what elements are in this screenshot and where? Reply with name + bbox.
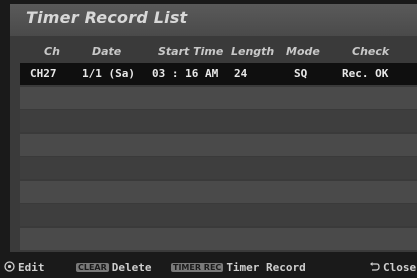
edit-label: Edit <box>18 261 45 274</box>
timer-record-screen: Timer Record List Ch Date Start Time Len… <box>0 0 417 278</box>
footer-help-bar: Edit CLEAR Delete TIMER REC Timer Record C… <box>0 258 417 278</box>
screen-title: Timer Record List <box>26 8 188 27</box>
timer-rec-key-icon: TIMER REC <box>171 263 224 272</box>
delete-hint[interactable]: CLEAR Delete <box>76 261 152 274</box>
record-check: Rec. OK <box>342 67 389 80</box>
column-header-mode: Mode <box>286 45 320 58</box>
close-hint[interactable]: Close <box>369 261 416 274</box>
record-start-time: 03 : 16 AM <box>152 67 219 80</box>
clear-key-icon: CLEAR <box>76 263 109 272</box>
timer-record-hint[interactable]: TIMER REC Timer Record <box>171 261 306 274</box>
record-date: 1/1 (Sa) <box>82 67 135 80</box>
column-header-start-time: Start Time <box>158 45 224 58</box>
column-header-check: Check <box>352 45 390 58</box>
empty-row[interactable] <box>20 181 417 203</box>
close-label: Close <box>383 261 417 274</box>
title-bar: Timer Record List <box>10 4 417 36</box>
record-length: 24 <box>234 67 248 80</box>
empty-row[interactable] <box>20 134 417 156</box>
empty-row[interactable] <box>20 228 417 250</box>
empty-row[interactable] <box>20 157 417 179</box>
enter-circle-icon <box>4 261 15 272</box>
record-mode: SQ <box>294 67 308 80</box>
timer-record-label: Timer Record <box>226 261 306 274</box>
edit-hint[interactable]: Edit <box>4 261 45 274</box>
column-header-date: Date <box>92 45 122 58</box>
column-header-length: Length <box>231 45 275 58</box>
table-row-selected[interactable]: CH27 1/1 (Sa) 03 : 16 AM 24 SQ Rec. OK <box>20 63 417 85</box>
empty-row[interactable] <box>20 87 417 109</box>
delete-label: Delete <box>111 261 152 274</box>
column-headers: Ch Date Start Time Length Mode Check <box>10 44 417 60</box>
column-header-ch: Ch <box>44 45 60 58</box>
return-icon <box>370 262 380 271</box>
empty-row[interactable] <box>20 110 417 132</box>
record-channel: CH27 <box>30 67 57 80</box>
empty-row[interactable] <box>20 204 417 226</box>
